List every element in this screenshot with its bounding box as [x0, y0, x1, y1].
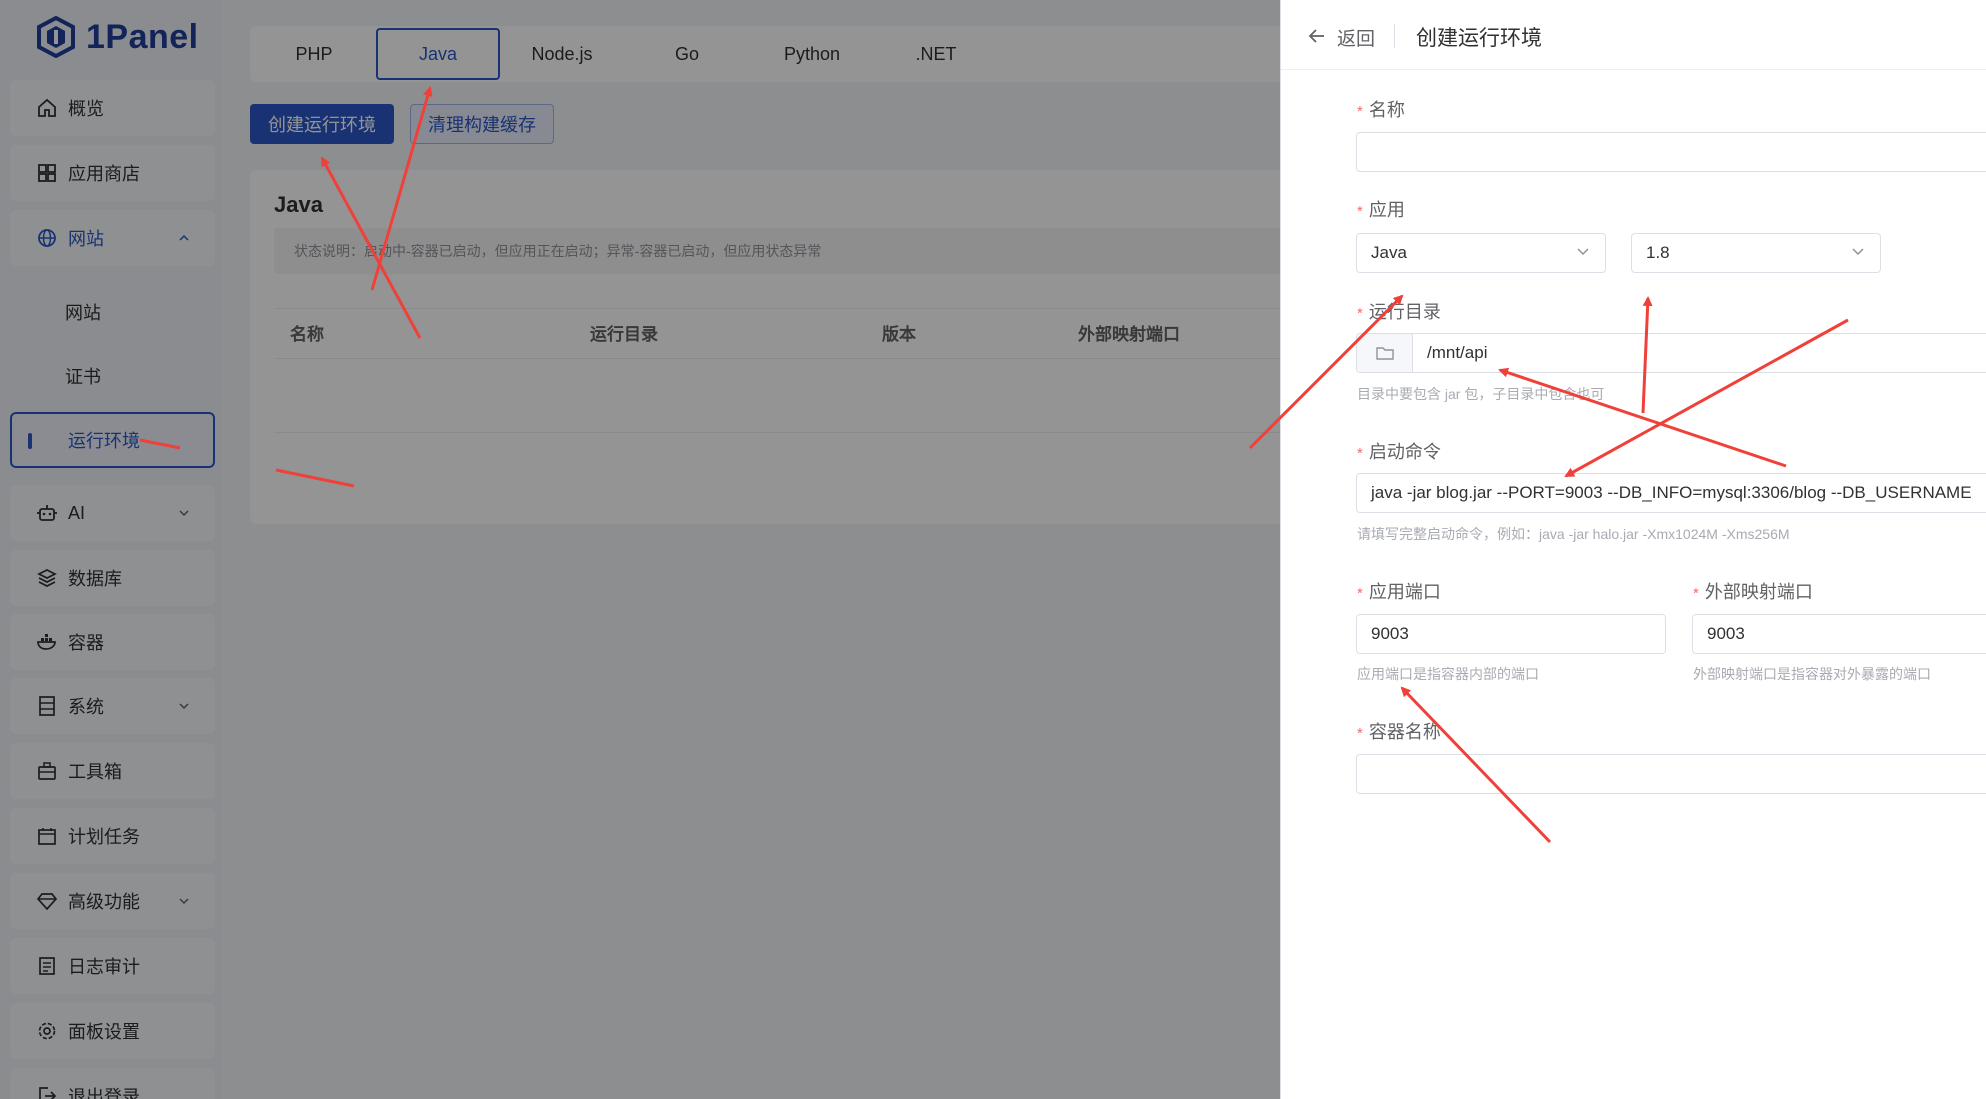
- required-mark: *: [1357, 725, 1363, 742]
- folder-icon: [1375, 347, 1394, 360]
- dir-label: * 运行目录: [1357, 298, 1441, 324]
- drawer-header: 返回 创建运行环境: [1281, 0, 1986, 70]
- container-name-input[interactable]: [1356, 754, 1986, 794]
- app-port-label: * 应用端口: [1357, 578, 1441, 604]
- create-runtime-drawer: 返回 创建运行环境 * 名称 * 应用 Java 1.8 * 运行目录 /mnt/ap…: [1280, 0, 1986, 1099]
- cmd-hint: 请填写完整启动命令，例如：java -jar halo.jar -Xmx1024…: [1357, 526, 1790, 542]
- dir-input[interactable]: /mnt/api: [1356, 333, 1986, 373]
- app-select-value: Java: [1371, 243, 1407, 262]
- label-text: 应用: [1368, 200, 1405, 220]
- back-link[interactable]: 返回: [1337, 24, 1375, 51]
- drawer-title: 创建运行环境: [1416, 27, 1542, 50]
- required-mark: *: [1357, 203, 1363, 220]
- label-text: 容器名称: [1368, 722, 1441, 742]
- ext-port-label: * 外部映射端口: [1693, 578, 1813, 604]
- cmd-label: * 启动命令: [1357, 438, 1441, 464]
- required-mark: *: [1693, 585, 1699, 602]
- app-select[interactable]: Java: [1356, 233, 1606, 273]
- name-label: * 名称: [1357, 96, 1405, 122]
- app-port-hint: 应用端口是指容器内部的端口: [1357, 666, 1539, 682]
- label-text: 运行目录: [1368, 302, 1441, 322]
- folder-picker-button[interactable]: [1357, 334, 1413, 372]
- app-label: * 应用: [1357, 196, 1405, 222]
- app-port-input[interactable]: 9003: [1356, 614, 1666, 654]
- label-text: 启动命令: [1368, 442, 1441, 462]
- required-mark: *: [1357, 445, 1363, 462]
- back-arrow-icon[interactable]: [1307, 26, 1327, 46]
- required-mark: *: [1357, 585, 1363, 602]
- required-mark: *: [1357, 103, 1363, 120]
- version-select[interactable]: 1.8: [1631, 233, 1881, 273]
- chevron-down-icon: [1577, 248, 1589, 256]
- dir-hint: 目录中要包含 jar 包，子目录中包含也可: [1357, 386, 1605, 402]
- cmd-input[interactable]: java -jar blog.jar --PORT=9003 --DB_INFO…: [1356, 473, 1986, 513]
- label-text: 名称: [1368, 100, 1405, 120]
- header-divider: [1394, 24, 1395, 48]
- label-text: 应用端口: [1368, 582, 1441, 602]
- container-label: * 容器名称: [1357, 718, 1441, 744]
- name-input[interactable]: [1356, 132, 1986, 172]
- ext-port-hint: 外部映射端口是指容器对外暴露的端口: [1693, 666, 1931, 682]
- required-mark: *: [1357, 305, 1363, 322]
- chevron-down-icon: [1852, 248, 1864, 256]
- dir-input-value: /mnt/api: [1427, 343, 1488, 362]
- ext-port-input[interactable]: 9003: [1692, 614, 1986, 654]
- label-text: 外部映射端口: [1704, 582, 1813, 602]
- version-select-value: 1.8: [1646, 243, 1670, 262]
- modal-overlay[interactable]: [0, 0, 1280, 1099]
